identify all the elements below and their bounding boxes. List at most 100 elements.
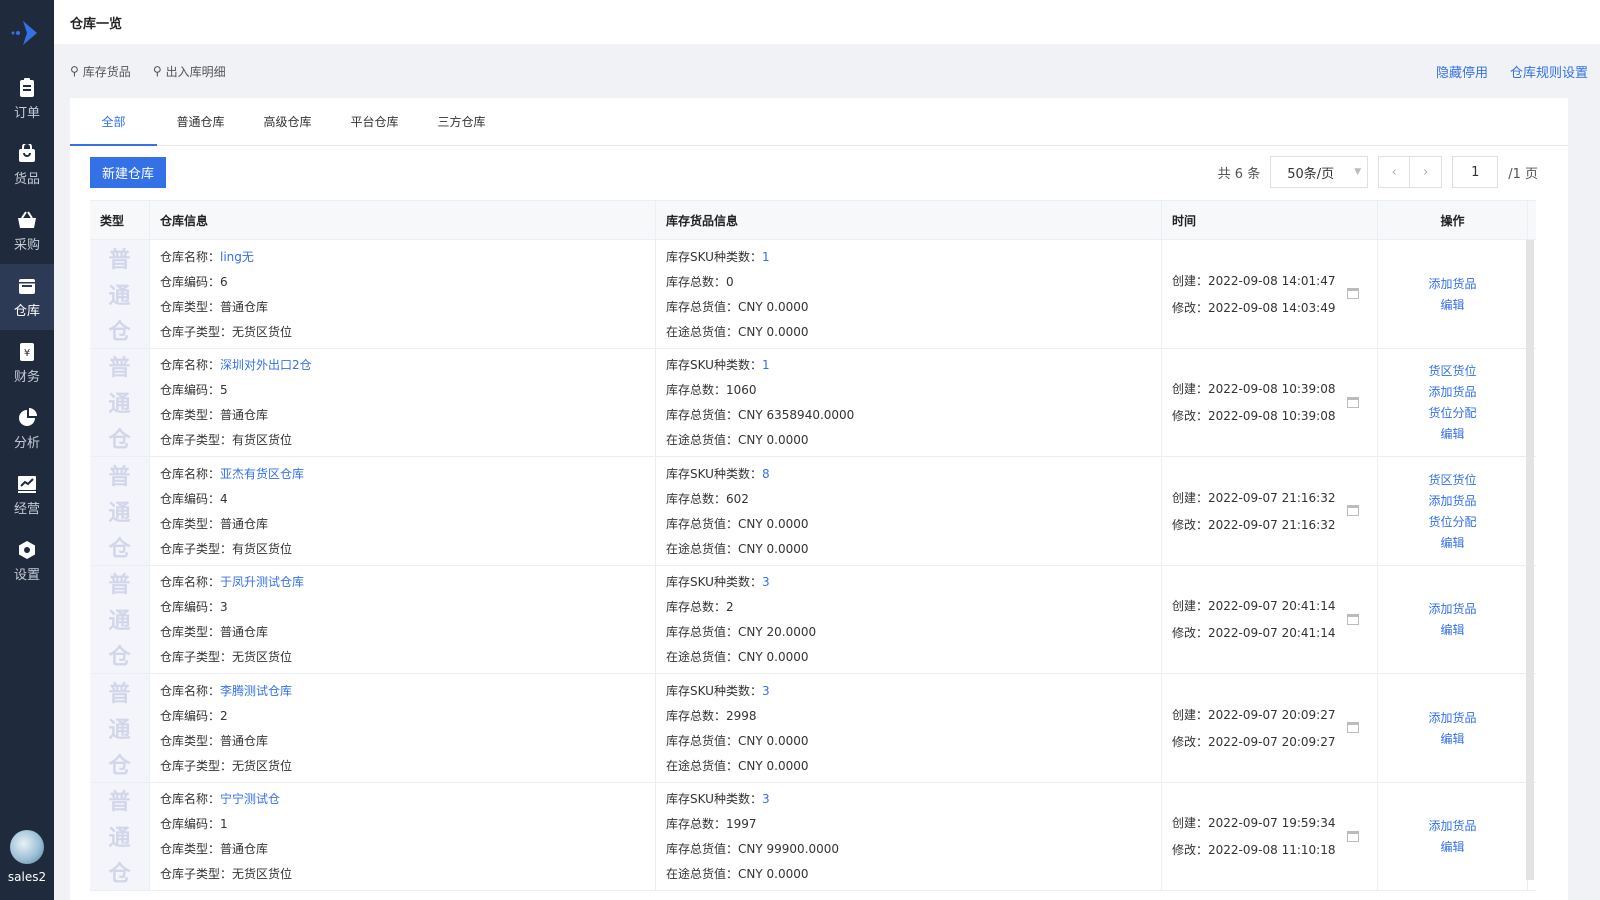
op-link[interactable]: 编辑 (1440, 296, 1464, 313)
op-link[interactable]: 添加货品 (1428, 383, 1476, 400)
hide-disabled-link[interactable]: 隐藏停用 (1436, 62, 1488, 81)
sidebar-item-1[interactable]: 货品 (0, 132, 54, 198)
field-label: 仓库名称： (160, 792, 221, 807)
modified-time: 修改：2022-09-07 20:09:27 (1172, 733, 1335, 750)
page-size-select[interactable]: 50条/页 ▼ (1270, 156, 1369, 188)
field-label: 库存总货值： (666, 299, 739, 314)
tab-1[interactable]: 普通仓库 (157, 98, 244, 145)
op-link[interactable]: 编辑 (1440, 425, 1464, 442)
field-label: 创建： (1172, 273, 1209, 288)
warehouse-rules-link[interactable]: 仓库规则设置 (1510, 62, 1588, 81)
op-link[interactable]: 编辑 (1440, 838, 1464, 855)
table-header: 类型 仓库信息 库存货品信息 时间 操作 (90, 200, 1536, 240)
field-value: 普通仓库 (220, 625, 269, 640)
prev-page-button[interactable]: ‹ (1378, 156, 1411, 188)
field-label: 仓库类型： (160, 408, 221, 423)
tab-2[interactable]: 高级仓库 (244, 98, 331, 145)
sidebar-item-5[interactable]: 分析 (0, 396, 54, 462)
field-value: 8 (761, 466, 770, 481)
sidebar-item-3[interactable]: 仓库 (0, 264, 54, 330)
field-label: 库存总货值： (666, 625, 739, 640)
calendar-icon[interactable] (1347, 613, 1359, 625)
op-link[interactable]: 添加货品 (1428, 275, 1476, 292)
new-warehouse-button[interactable]: 新建仓库 (90, 156, 167, 188)
type-badge: 普通仓 (90, 782, 150, 890)
settings-icon (17, 540, 37, 560)
stock-qty: 库存总数：0 (666, 273, 1161, 290)
col-ops-header: 操作 (1378, 201, 1528, 239)
type-badge: 普通仓 (90, 240, 150, 348)
field-value: 2022-09-07 19:59:34 (1208, 816, 1336, 831)
user-profile[interactable]: sales2 (0, 830, 54, 884)
tab-0[interactable]: 全部 (70, 98, 157, 146)
created-time: 创建：2022-09-07 20:09:27 (1172, 706, 1335, 723)
next-page-button[interactable]: › (1410, 156, 1443, 188)
field-value: 普通仓库 (220, 842, 269, 857)
calendar-icon[interactable] (1347, 722, 1359, 734)
op-link[interactable]: 添加货品 (1428, 817, 1476, 834)
field-value[interactable]: 李腾测试仓库 (220, 684, 292, 698)
sidebar-item-7[interactable]: 设置 (0, 528, 54, 594)
calendar-icon[interactable] (1347, 288, 1359, 300)
field-value: 2022-09-08 10:39:08 (1208, 409, 1336, 424)
field-value: 0 (726, 274, 734, 289)
op-link[interactable]: 货位分配 (1428, 404, 1476, 421)
type-char: 普 (108, 681, 131, 707)
op-link[interactable]: 添加货品 (1428, 600, 1476, 617)
modified-time: 修改：2022-09-08 10:39:08 (1172, 407, 1335, 424)
op-link[interactable]: 编辑 (1440, 534, 1464, 551)
col-time-header: 时间 (1162, 201, 1378, 239)
warehouse-subkind: 仓库子类型：无货区货位 (160, 757, 655, 774)
type-char: 通 (108, 717, 131, 743)
stock-value: 库存总货值：CNY 0.0000 (666, 732, 1161, 749)
sidebar-item-0[interactable]: 订单 (0, 66, 54, 132)
sidebar-item-6[interactable]: 经营 (0, 462, 54, 528)
field-value: 2022-09-07 20:41:14 (1208, 626, 1336, 641)
table-scrollbar[interactable] (1526, 240, 1534, 880)
field-label: 仓库编码： (160, 383, 221, 398)
op-link[interactable]: 货位分配 (1428, 513, 1476, 530)
field-label: 修改： (1172, 734, 1209, 749)
op-link[interactable]: 货区货位 (1428, 362, 1476, 379)
field-value: 1 (761, 249, 770, 264)
warehouse-kind: 仓库类型：普通仓库 (160, 298, 655, 315)
stock-info-cell: 库存SKU种类数：1 库存总数：1060 库存总货值：CNY 6358940.000… (656, 348, 1162, 456)
scrollbar-thumb[interactable] (1526, 240, 1534, 880)
field-value[interactable]: 亚杰有货区仓库 (220, 467, 304, 481)
field-value[interactable]: ling无 (220, 250, 254, 264)
order-icon (17, 77, 37, 98)
stock-value: 库存总货值：CNY 6358940.0000 (666, 406, 1161, 423)
field-value: 2022-09-07 20:41:14 (1208, 599, 1336, 614)
op-link[interactable]: 编辑 (1440, 730, 1464, 747)
total-count: 共 6 条 (1217, 166, 1261, 182)
calendar-icon[interactable] (1347, 505, 1359, 517)
field-label: 修改： (1172, 517, 1209, 532)
field-value: CNY 6358940.0000 (738, 408, 855, 423)
inout-detail-link[interactable]: ⚲ 出入库明细 (153, 63, 226, 80)
field-value[interactable]: 宁宁测试仓 (220, 792, 280, 806)
field-value[interactable]: 于凤升测试仓库 (220, 575, 304, 589)
page-number-input[interactable]: 1 (1452, 156, 1499, 188)
field-label: 修改： (1172, 409, 1209, 424)
ops-cell: 添加货品 编辑 (1378, 240, 1528, 348)
sku-count: 库存SKU种类数：3 (666, 573, 1161, 590)
type-char: 仓 (108, 862, 131, 888)
warehouse-subkind: 仓库子类型：无货区货位 (160, 865, 655, 882)
sidebar-item-4[interactable]: ¥ 财务 (0, 330, 54, 396)
op-link[interactable]: 编辑 (1440, 621, 1464, 638)
op-link[interactable]: 添加货品 (1428, 709, 1476, 726)
time-cell: 创建：2022-09-07 20:41:14 修改：2022-09-07 20:4… (1162, 565, 1378, 673)
field-value[interactable]: 深圳对外出口2仓 (220, 358, 312, 372)
tab-3[interactable]: 平台仓库 (331, 98, 418, 145)
field-value: 无货区货位 (232, 324, 293, 339)
calendar-icon[interactable] (1347, 830, 1359, 842)
avatar[interactable] (10, 830, 44, 864)
tab-4[interactable]: 三方仓库 (418, 98, 505, 145)
stock-goods-link[interactable]: ⚲ 库存货品 (70, 63, 131, 80)
stock-qty: 库存总数：2998 (666, 707, 1161, 724)
op-link[interactable]: 货区货位 (1428, 471, 1476, 488)
app-logo-icon[interactable] (0, 0, 54, 66)
sidebar-item-2[interactable]: 采购 (0, 198, 54, 264)
op-link[interactable]: 添加货品 (1428, 492, 1476, 509)
calendar-icon[interactable] (1347, 396, 1359, 408)
